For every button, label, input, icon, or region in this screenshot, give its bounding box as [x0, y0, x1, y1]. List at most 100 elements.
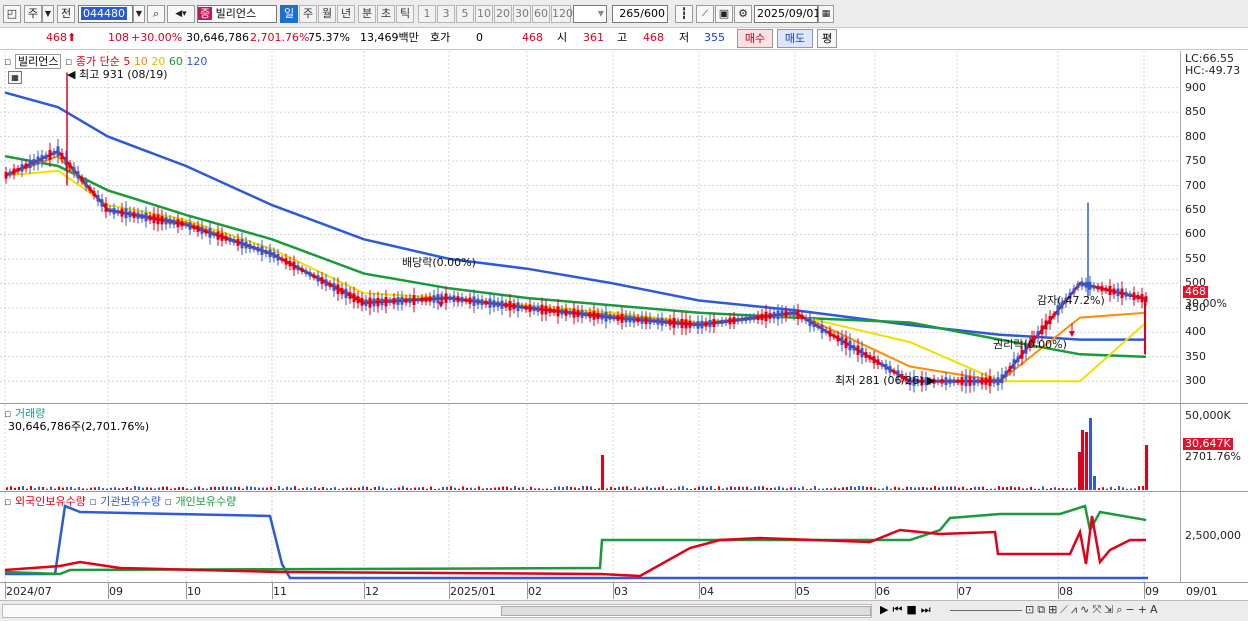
- font-size-icon[interactable]: A: [1150, 603, 1161, 616]
- candle-body: [540, 304, 544, 315]
- candle-body: [1116, 288, 1120, 297]
- chart-type-icon[interactable]: ⊡: [1025, 603, 1037, 616]
- tab-month[interactable]: 월: [318, 5, 336, 23]
- stock-code-input[interactable]: 044480: [78, 5, 133, 23]
- volume-bar: [590, 486, 592, 490]
- stop-icon[interactable]: ■: [906, 603, 920, 616]
- volume-bar: [934, 486, 936, 490]
- data-count-field[interactable]: 265/600: [612, 5, 668, 23]
- tab-minute[interactable]: 분: [358, 5, 376, 23]
- volume-bar: [538, 488, 540, 490]
- hoga-value: 0: [476, 31, 483, 44]
- code-dropdown-icon[interactable]: ▼: [133, 5, 145, 23]
- zoom-in-icon[interactable]: +: [1138, 603, 1150, 616]
- volume-bar: [582, 486, 584, 490]
- volume-bar: [286, 486, 288, 490]
- candle-body: [672, 317, 676, 328]
- volume-bar: [202, 488, 204, 490]
- tab-day[interactable]: 일: [280, 5, 298, 23]
- tab-week[interactable]: 주: [299, 5, 317, 23]
- prev-button[interactable]: 전: [57, 5, 75, 23]
- tab-tick[interactable]: 틱: [396, 5, 414, 23]
- interval-10[interactable]: 10: [475, 5, 493, 23]
- chart-copy-icon[interactable]: ⧉: [1037, 603, 1048, 616]
- volume-spike: [1078, 452, 1081, 490]
- volume-bar: [358, 487, 360, 490]
- volume-bar: [490, 488, 492, 490]
- sell-button[interactable]: 매도: [777, 29, 813, 48]
- period-dropdown-icon[interactable]: ▼: [42, 5, 54, 23]
- volume-bar: [178, 487, 180, 490]
- chart-layout-icon[interactable]: ◰: [3, 5, 21, 23]
- candle-body: [1136, 294, 1140, 300]
- candle-type-icon[interactable]: ┇: [675, 5, 693, 23]
- interval-30[interactable]: 30: [513, 5, 531, 23]
- scrollbar-thumb[interactable]: [501, 606, 871, 616]
- candle-body: [836, 335, 840, 342]
- volume-bar: [146, 487, 148, 490]
- custom-interval-select[interactable]: ▼: [573, 5, 607, 23]
- rewind-icon[interactable]: ⏮: [892, 603, 906, 616]
- holdings-panel: ▫ 외국인보유수량 ▫ 기관보유수량 ▫ 개인보유수량 2,500,000: [0, 491, 1248, 583]
- period-select[interactable]: 주: [24, 5, 42, 23]
- tab-second[interactable]: 초: [377, 5, 395, 23]
- calendar-icon[interactable]: ▦: [818, 5, 834, 23]
- export-icon[interactable]: ⇲: [1104, 603, 1116, 616]
- interval-20[interactable]: 20: [494, 5, 512, 23]
- candle-body: [384, 296, 388, 307]
- x-tick: [957, 583, 958, 599]
- candle-body: [296, 265, 300, 271]
- tab-year[interactable]: 년: [337, 5, 355, 23]
- play-icon[interactable]: ▶: [880, 603, 892, 616]
- date-input[interactable]: 2025/09/01: [754, 5, 820, 23]
- stock-label[interactable]: 빌리언스: [14, 54, 62, 69]
- candle-body: [432, 295, 436, 303]
- stock-name-field[interactable]: 증 빌리언스: [197, 5, 277, 23]
- candle-body: [704, 321, 708, 327]
- candle-body: [68, 163, 72, 168]
- gear-icon[interactable]: ⚙: [734, 5, 752, 23]
- wave-icon[interactable]: ∿: [1080, 603, 1092, 616]
- volume-bar: [90, 487, 92, 490]
- volume-bar: [1014, 487, 1016, 490]
- forward-icon[interactable]: ⏭: [921, 603, 935, 616]
- candle-body: [968, 376, 972, 386]
- save-icon[interactable]: ▣: [715, 5, 733, 23]
- candle-body: [120, 208, 124, 217]
- sound-icon[interactable]: ◀▾: [167, 5, 195, 23]
- grid-toggle-icon[interactable]: ▦: [8, 71, 22, 84]
- cross-icon[interactable]: ⤧: [1092, 603, 1104, 616]
- holdings-y-axis: 2,500,000: [1180, 492, 1248, 583]
- candle-body: [240, 239, 244, 249]
- chart-scrollbar[interactable]: [2, 604, 872, 618]
- draw-line-icon[interactable]: ⟋: [696, 5, 714, 23]
- candle-body: [328, 282, 332, 287]
- speed-slider[interactable]: [950, 610, 1022, 611]
- candle-body: [60, 152, 64, 160]
- interval-3[interactable]: 3: [437, 5, 455, 23]
- interval-60[interactable]: 60: [532, 5, 550, 23]
- volume-plot[interactable]: [0, 404, 1180, 492]
- interval-5[interactable]: 5: [456, 5, 474, 23]
- x-label-8: 04: [700, 585, 714, 598]
- zoom-icon[interactable]: ⌕: [1116, 603, 1125, 616]
- event-arrow-head: [1069, 331, 1075, 338]
- volume-bar: [290, 487, 292, 490]
- candle-body: [176, 219, 180, 228]
- volume-bar: [770, 487, 772, 490]
- trend-icon[interactable]: ⟋: [1060, 603, 1071, 616]
- zoom-out-icon[interactable]: −: [1126, 603, 1138, 616]
- volume-bar: [402, 486, 404, 490]
- volume-spike: [1081, 430, 1084, 490]
- fib-icon[interactable]: ⩘: [1071, 603, 1080, 616]
- search-icon[interactable]: ⌕: [147, 5, 165, 23]
- buy-button[interactable]: 매수: [737, 29, 773, 48]
- indicator-icon[interactable]: ⊞: [1048, 603, 1060, 616]
- volume-bar: [822, 488, 824, 490]
- volume-bar: [314, 486, 316, 490]
- volume-bar: [1026, 488, 1028, 490]
- interval-120[interactable]: 120: [551, 5, 573, 23]
- interval-1[interactable]: 1: [418, 5, 436, 23]
- eval-button[interactable]: 평: [817, 29, 837, 48]
- volume-bar: [802, 486, 804, 490]
